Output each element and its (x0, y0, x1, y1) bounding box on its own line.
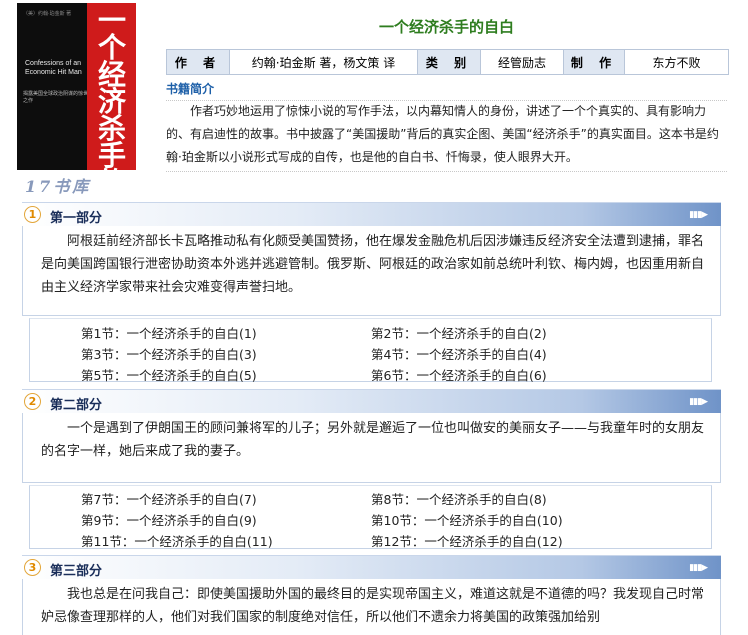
chapter-link[interactable]: 第1节：一个经济杀手的自白(1) (81, 323, 257, 342)
section-bar-3: 3 第三部分 ▮▮▮▶ (22, 555, 721, 579)
section-number-badge: 1 (24, 206, 41, 223)
intro-heading: 书籍简介 (166, 80, 727, 101)
book-cover[interactable]: （美）约翰·珀金斯 著 Confessions of an Economic H… (17, 3, 136, 170)
section-bar-1: 1 第一部分 ▮▮▮▶ (22, 202, 721, 226)
cover-english-title: Confessions of an Economic Hit Man (25, 60, 82, 76)
section-description: 我也总是在问我自己：即使美国援助外国的最终目的是实现帝国主义，难道这就是不道德的… (22, 579, 721, 635)
page-title: 一个经济杀手的自白 (378, 18, 514, 36)
author-label: 作 者 (167, 50, 230, 74)
section-title: 第一部分 (50, 211, 103, 226)
chapter-link[interactable]: 第4节：一个经济杀手的自白(4) (371, 344, 547, 363)
arrow-right-icon: ▮▮▮▶ (689, 397, 708, 407)
arrow-right-icon: ▮▮▮▶ (689, 210, 708, 220)
chapter-link[interactable]: 第2节：一个经济杀手的自白(2) (371, 323, 547, 342)
cover-title: 一个经济杀手的自白 (97, 4, 126, 171)
chapter-link[interactable]: 第5节：一个经济杀手的自白(5) (81, 365, 257, 384)
arrow-right-icon: ▮▮▮▶ (689, 563, 708, 573)
chapter-link[interactable]: 第7节：一个经济杀手的自白(7) (81, 489, 257, 508)
site-logo[interactable]: 17书库 (25, 173, 91, 197)
maker-label: 制 作 (564, 50, 625, 74)
intro-divider (166, 171, 727, 172)
category-label: 类 别 (418, 50, 481, 74)
chapter-list-2: 第7节：一个经济杀手的自白(7) 第8节：一个经济杀手的自白(8) 第9节：一个… (29, 485, 712, 549)
cover-author-line: （美）约翰·珀金斯 著 (23, 11, 72, 17)
section-number-badge: 2 (24, 393, 41, 410)
cover-subtitle: 揭露美国全球政治阴谋的惊世之作 (23, 91, 89, 104)
section-description: 一个是遇到了伊朗国王的顾问兼将军的儿子；另外就是邂逅了一位也叫做安的美丽女子——… (22, 413, 721, 483)
chapter-list-1: 第1节：一个经济杀手的自白(1) 第2节：一个经济杀手的自白(2) 第3节：一个… (29, 318, 712, 384)
author-value: 约翰·珀金斯 著，杨文策 译 (230, 50, 418, 74)
chapter-link[interactable]: 第8节：一个经济杀手的自白(8) (371, 489, 547, 508)
section-number-badge: 3 (24, 559, 41, 576)
chapter-link[interactable]: 第9节：一个经济杀手的自白(9) (81, 510, 257, 529)
section-title: 第三部分 (50, 564, 103, 579)
category-value: 经管励志 (481, 50, 564, 74)
section-description: 阿根廷前经济部长卡瓦略推动私有化颇受美国赞扬，他在爆发金融危机后因涉嫌违反经济安… (22, 226, 721, 316)
chapter-link[interactable]: 第3节：一个经济杀手的自白(3) (81, 344, 257, 363)
chapter-link[interactable]: 第12节：一个经济杀手的自白(12) (371, 531, 563, 550)
intro-text: 作者巧妙地运用了惊悚小说的写作手法，以内幕知情人的身份，讲述了一个个真实的、具有… (166, 104, 719, 164)
chapter-link[interactable]: 第10节：一个经济杀手的自白(10) (371, 510, 563, 529)
chapter-link[interactable]: 第11节：一个经济杀手的自白(11) (81, 531, 273, 550)
section-bar-2: 2 第二部分 ▮▮▮▶ (22, 389, 721, 413)
maker-value: 东方不败 (652, 55, 701, 70)
chapter-link[interactable]: 第6节：一个经济杀手的自白(6) (371, 365, 547, 384)
book-info-table: 作 者 约翰·珀金斯 著，杨文策 译 类 别 经管励志 制 作 东方不败 (166, 49, 729, 75)
section-title: 第二部分 (50, 398, 103, 413)
